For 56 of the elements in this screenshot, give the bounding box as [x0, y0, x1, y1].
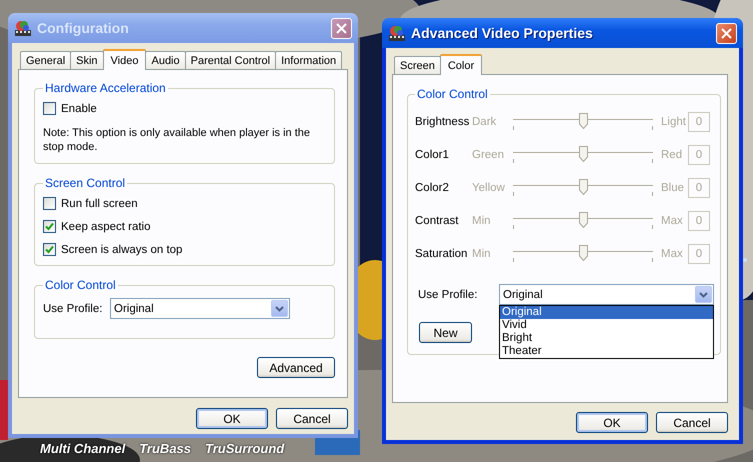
checkbox-label: Enable — [61, 102, 97, 114]
range-max-label: Blue — [661, 182, 686, 194]
slider-track[interactable] — [513, 210, 653, 230]
group-title: Color Control — [416, 87, 489, 101]
logo-text: Multi Channel — [40, 441, 126, 456]
range-min-label: Min — [472, 248, 492, 260]
close-button[interactable] — [716, 22, 737, 44]
dialog-button[interactable]: Cancel — [656, 412, 728, 433]
field-label: Use Profile: — [43, 302, 104, 314]
field-label: Use Profile: — [417, 288, 478, 300]
slider-track[interactable] — [513, 112, 653, 132]
window-title: Advanced Video Properties — [411, 25, 594, 41]
slider-track[interactable] — [513, 244, 653, 264]
range-min-label: Min — [472, 214, 492, 226]
range-max-label: Light — [661, 116, 687, 128]
range-max-label: Red — [661, 148, 684, 160]
checkbox-label: Keep aspect ratio — [61, 220, 151, 232]
group-title: Hardware Acceleration — [44, 81, 167, 95]
checkbox[interactable] — [43, 220, 56, 233]
app-icon — [388, 24, 406, 42]
profile-dropdown[interactable]: Original — [110, 298, 290, 319]
range-min-label: Dark — [472, 116, 498, 128]
range-min-label: Green — [472, 148, 505, 160]
window-title: Configuration — [37, 20, 130, 36]
tab[interactable]: Color — [440, 54, 482, 75]
new-button[interactable]: New — [419, 322, 472, 343]
logo-text: TruBass — [139, 441, 192, 456]
dropdown-option[interactable]: Bright — [500, 332, 713, 345]
dialog-button[interactable]: OK — [576, 412, 648, 433]
slider-track[interactable] — [513, 144, 653, 164]
close-icon — [336, 22, 347, 34]
checkbox[interactable] — [43, 243, 56, 256]
checkbox[interactable] — [43, 197, 56, 210]
close-icon — [721, 28, 732, 38]
tab[interactable]: Screen — [394, 56, 441, 74]
range-max-label: Max — [661, 248, 684, 260]
range-max-label: Max — [661, 214, 684, 226]
slider-label: Color1 — [415, 148, 450, 160]
checkbox-label: Screen is always on top — [61, 244, 182, 256]
advanced-button[interactable]: Advanced — [257, 357, 335, 378]
slider-track[interactable] — [513, 178, 653, 198]
checkbox[interactable] — [43, 102, 56, 115]
group-title: Color Control — [44, 278, 117, 292]
slider-label: Brightness — [415, 116, 470, 128]
range-min-label: Yellow — [472, 182, 506, 194]
slider-label: Color2 — [415, 182, 450, 194]
dropdown-option[interactable]: Vivid — [500, 319, 713, 332]
dropdown-option[interactable]: Original — [500, 306, 713, 319]
note-text: Note: This option is only available when player is in the stop mode. — [43, 126, 312, 154]
slider-label: Saturation — [415, 248, 468, 260]
app-icon — [14, 19, 32, 37]
group-title: Screen Control — [44, 176, 126, 190]
logo-text: TruSurround — [205, 441, 284, 456]
dropdown-option[interactable]: Theater — [500, 345, 713, 358]
slider-label: Contrast — [415, 214, 460, 226]
checkbox-label: Run full screen — [61, 198, 138, 210]
